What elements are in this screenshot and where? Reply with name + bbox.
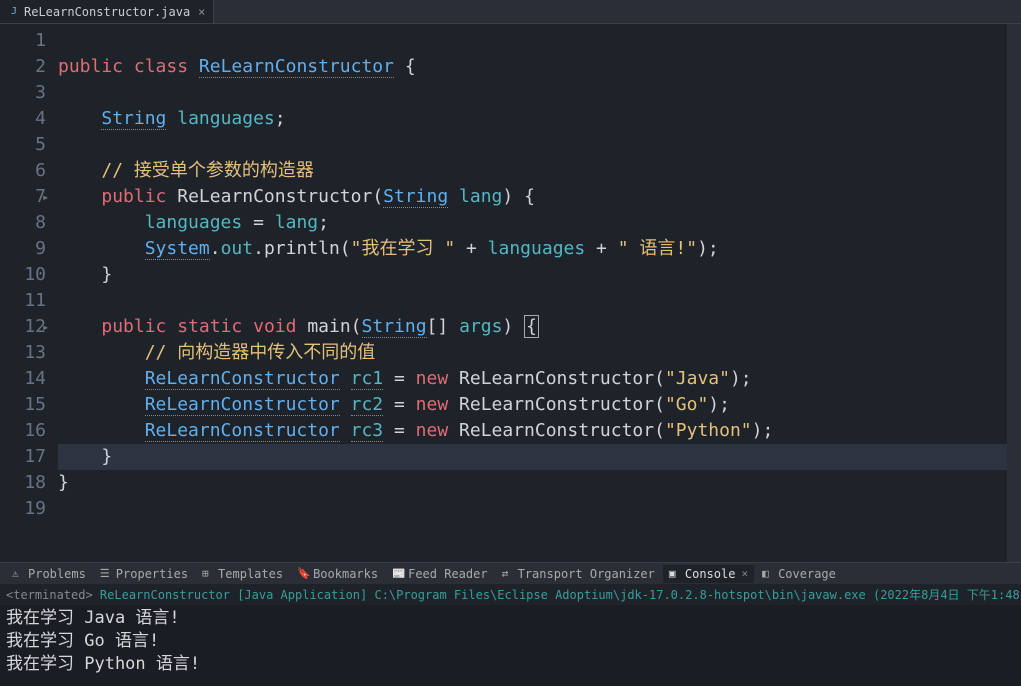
code-line[interactable]: ReLearnConstructor rc1 = new ReLearnCons… bbox=[58, 366, 1021, 392]
panel-tab-problems[interactable]: ⚠ Problems bbox=[6, 565, 92, 583]
console-line: 我在学习 Python 语言! bbox=[6, 653, 1015, 676]
code-line[interactable]: } bbox=[58, 470, 1021, 496]
code-line[interactable] bbox=[58, 288, 1021, 314]
console-icon: ▣ bbox=[669, 567, 681, 580]
line-number: 12 bbox=[0, 314, 46, 340]
code-line[interactable]: } bbox=[58, 262, 1021, 288]
panel-tab-label: Templates bbox=[218, 567, 283, 581]
line-number: 3 bbox=[0, 80, 46, 106]
panel-tab-label: Properties bbox=[116, 567, 188, 581]
line-number: 19 bbox=[0, 496, 46, 522]
panel-tab-label: Problems bbox=[28, 567, 86, 581]
line-number: 8 bbox=[0, 210, 46, 236]
line-number: 18 bbox=[0, 470, 46, 496]
code-area[interactable]: public class ReLearnConstructor { String… bbox=[58, 24, 1021, 562]
code-line[interactable]: // 接受单个参数的构造器 bbox=[58, 158, 1021, 184]
panel-tab-label: Bookmarks bbox=[313, 567, 378, 581]
panel-tab-coverage[interactable]: ◧ Coverage bbox=[756, 565, 842, 583]
code-editor[interactable]: 12345678910111213141516171819 public cla… bbox=[0, 24, 1021, 562]
panel-tab-label: Coverage bbox=[778, 567, 836, 581]
line-number: 15 bbox=[0, 392, 46, 418]
code-line[interactable]: public static void main(String[] args) { bbox=[58, 314, 1021, 340]
panel-tab-label: Console bbox=[685, 567, 736, 581]
line-number: 13 bbox=[0, 340, 46, 366]
line-number: 4 bbox=[0, 106, 46, 132]
code-line[interactable] bbox=[58, 496, 1021, 522]
templates-icon: ⊞ bbox=[202, 567, 214, 580]
panel-tab-label: Feed Reader bbox=[408, 567, 487, 581]
line-number: 16 bbox=[0, 418, 46, 444]
panel-tab-label: Transport Organizer bbox=[518, 567, 655, 581]
vertical-scrollbar[interactable] bbox=[1007, 24, 1021, 562]
code-line[interactable] bbox=[58, 28, 1021, 54]
line-number: 5 bbox=[0, 132, 46, 158]
line-number: 9 bbox=[0, 236, 46, 262]
code-line[interactable]: ReLearnConstructor rc3 = new ReLearnCons… bbox=[58, 418, 1021, 444]
console-line: 我在学习 Java 语言! bbox=[6, 607, 1015, 630]
properties-icon: ☰ bbox=[100, 567, 112, 580]
line-number: 11 bbox=[0, 288, 46, 314]
line-number: 14 bbox=[0, 366, 46, 392]
code-line[interactable]: languages = lang; bbox=[58, 210, 1021, 236]
panel-tab-templates[interactable]: ⊞ Templates bbox=[196, 565, 289, 583]
editor-tab-bar: J ReLearnConstructor.java × bbox=[0, 0, 1021, 24]
code-line[interactable]: System.out.println("我在学习 " + languages +… bbox=[58, 236, 1021, 262]
console-output[interactable]: 我在学习 Java 语言!我在学习 Go 语言!我在学习 Python 语言! bbox=[0, 605, 1021, 686]
line-number: 10 bbox=[0, 262, 46, 288]
java-file-icon: J bbox=[8, 6, 20, 18]
bookmarks-icon: 🔖 bbox=[297, 567, 309, 580]
line-number: 1 bbox=[0, 28, 46, 54]
line-number: 17 bbox=[0, 444, 46, 470]
panel-tab-console[interactable]: ▣ Console × bbox=[663, 565, 754, 583]
code-line[interactable]: ReLearnConstructor rc2 = new ReLearnCons… bbox=[58, 392, 1021, 418]
transport-organizer-icon: ⇄ bbox=[502, 567, 514, 580]
panel-tab-feed-reader[interactable]: 📰 Feed Reader bbox=[386, 565, 493, 583]
feed-reader-icon: 📰 bbox=[392, 567, 404, 580]
code-line[interactable] bbox=[58, 132, 1021, 158]
line-number: 6 bbox=[0, 158, 46, 184]
console-header: <terminated> ReLearnConstructor [Java Ap… bbox=[0, 584, 1021, 605]
coverage-icon: ◧ bbox=[762, 567, 774, 580]
file-tab[interactable]: J ReLearnConstructor.java × bbox=[0, 0, 214, 23]
code-line[interactable]: } bbox=[58, 444, 1021, 470]
line-number: 2 bbox=[0, 54, 46, 80]
close-icon[interactable]: × bbox=[741, 567, 748, 580]
code-line[interactable]: public class ReLearnConstructor { bbox=[58, 54, 1021, 80]
code-line[interactable] bbox=[58, 80, 1021, 106]
line-number-gutter: 12345678910111213141516171819 bbox=[0, 24, 58, 562]
file-tab-label: ReLearnConstructor.java bbox=[24, 5, 190, 19]
code-line[interactable]: // 向构造器中传入不同的值 bbox=[58, 340, 1021, 366]
panel-tab-properties[interactable]: ☰ Properties bbox=[94, 565, 194, 583]
close-icon[interactable]: × bbox=[198, 5, 205, 19]
console-line: 我在学习 Go 语言! bbox=[6, 630, 1015, 653]
code-line[interactable]: String languages; bbox=[58, 106, 1021, 132]
code-line[interactable]: public ReLearnConstructor(String lang) { bbox=[58, 184, 1021, 210]
problems-icon: ⚠ bbox=[12, 567, 24, 580]
panel-tab-transport-organizer[interactable]: ⇄ Transport Organizer bbox=[496, 565, 661, 583]
panel-tab-bookmarks[interactable]: 🔖 Bookmarks bbox=[291, 565, 384, 583]
console-status-prefix: <terminated> bbox=[6, 588, 93, 602]
console-status-app: ReLearnConstructor [Java Application] C:… bbox=[93, 588, 873, 602]
console-status-time: (2022年8月4日 下午1:48:15 – 下午1:48:16) bbox=[873, 588, 1021, 602]
bottom-panel-tabs: ⚠ Problems ☰ Properties ⊞ Templates 🔖 Bookmarks… bbox=[0, 562, 1021, 584]
line-number: 7 bbox=[0, 184, 46, 210]
